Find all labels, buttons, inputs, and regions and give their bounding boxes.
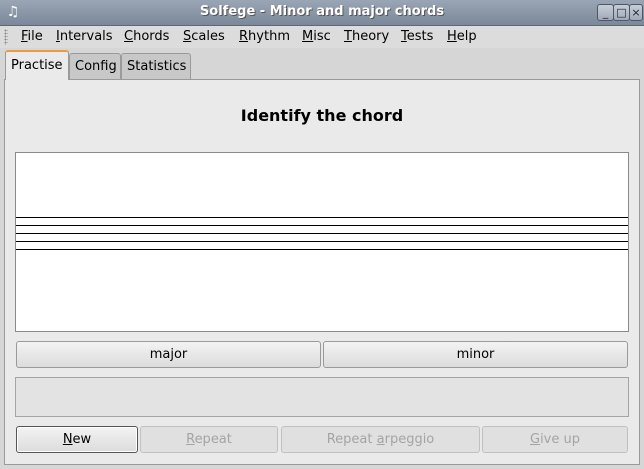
staff-line — [16, 249, 628, 250]
menu-tests[interactable]: Tests — [401, 29, 433, 44]
staff-line — [16, 241, 628, 242]
staff-line — [16, 225, 628, 226]
repeat-button[interactable]: Repeat — [140, 426, 278, 453]
tab-label: Practise — [11, 58, 63, 73]
menu-rhythm[interactable]: Rhythm — [239, 29, 290, 44]
title-bar: ♫ Solfege - Minor and major chords _ □ × — [0, 0, 644, 26]
answer-minor-button[interactable]: minor — [323, 341, 628, 368]
answer-major-button[interactable]: major — [16, 341, 321, 368]
close-icon[interactable]: × — [629, 4, 643, 21]
give-up-button[interactable]: Give up — [482, 426, 628, 453]
tab-config[interactable]: Config — [69, 53, 121, 79]
menubar-grip-icon[interactable] — [4, 29, 8, 45]
menu-bar: File Intervals Chords Scales Rhythm Misc… — [0, 26, 644, 48]
tab-practise[interactable]: Practise — [5, 50, 69, 80]
minimize-icon[interactable]: _ — [597, 4, 614, 21]
staff-line — [16, 217, 628, 218]
feedback-area — [15, 377, 629, 417]
menu-scales[interactable]: Scales — [183, 29, 225, 44]
music-staff — [15, 152, 629, 332]
menu-theory[interactable]: Theory — [344, 29, 389, 44]
window-title: Solfege - Minor and major chords — [199, 4, 445, 19]
new-button[interactable]: New — [16, 426, 138, 453]
menu-chords[interactable]: Chords — [124, 29, 169, 44]
repeat-arpeggio-button[interactable]: Repeat arpeggio — [281, 426, 480, 453]
maximize-icon[interactable]: □ — [613, 4, 630, 21]
exercise-heading: Identify the chord — [240, 106, 404, 125]
menu-misc[interactable]: Misc — [302, 29, 331, 44]
tab-label: Config — [75, 59, 117, 74]
menu-help[interactable]: Help — [447, 29, 477, 44]
tab-statistics[interactable]: Statistics — [121, 53, 191, 79]
menu-file[interactable]: File — [21, 29, 43, 44]
menu-intervals[interactable]: Intervals — [56, 29, 113, 44]
tab-label: Statistics — [127, 59, 187, 74]
staff-line — [16, 233, 628, 234]
